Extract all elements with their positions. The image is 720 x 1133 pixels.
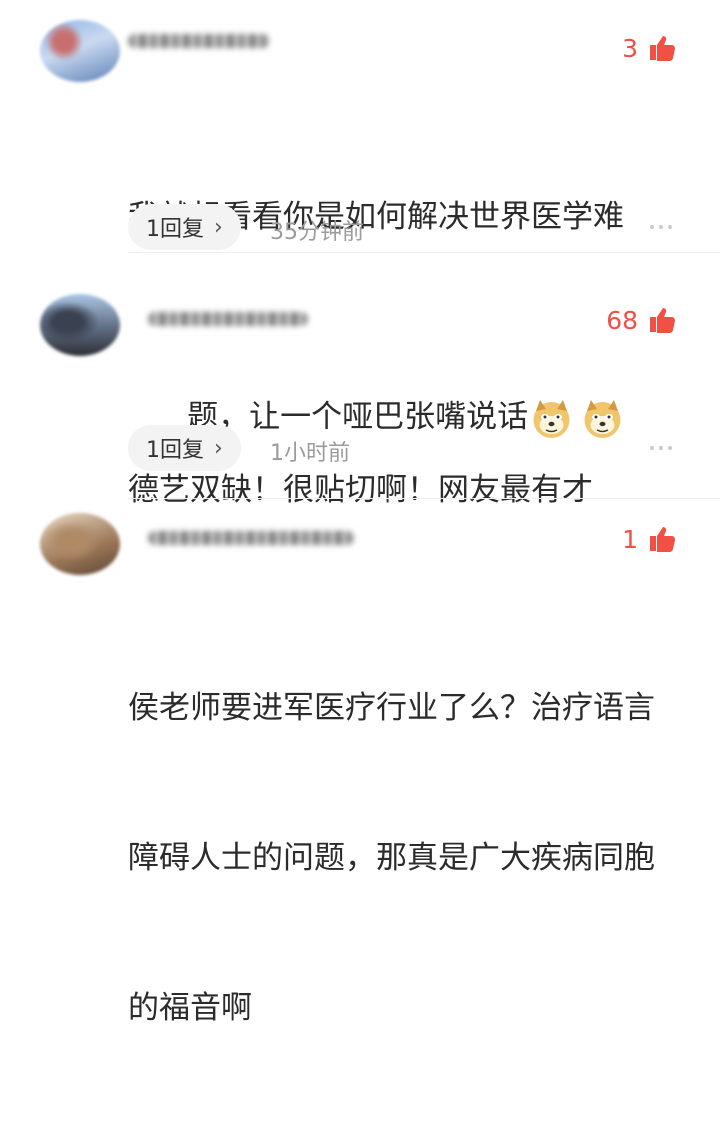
reply-count-label: 1回复 (146, 217, 204, 242)
comment-item: 3 我就想看看你是如何解决世界医学难 题，让一个哑巴张嘴说话 1回复 › 35分… (0, 0, 720, 438)
ellipsis-icon (659, 225, 663, 229)
user-avatar[interactable] (40, 294, 120, 356)
user-avatar[interactable] (40, 20, 120, 82)
comment-line: 障碍人士的问题，那真是广大疾病同胞 (128, 840, 655, 876)
ellipsis-icon (650, 225, 654, 229)
thumbs-up-icon (650, 527, 675, 552)
ellipsis-icon (668, 446, 672, 450)
username-redacted[interactable] (128, 34, 270, 48)
like-button[interactable]: 68 (606, 305, 676, 335)
thumbs-up-icon (650, 36, 675, 61)
user-avatar[interactable] (40, 513, 120, 575)
like-button[interactable]: 3 (622, 33, 676, 63)
ellipsis-icon (659, 446, 663, 450)
comment-time: 35分钟前 (270, 220, 364, 245)
like-button[interactable]: 1 (622, 524, 676, 554)
comment-line: 侯老师要进军医疗行业了么？治疗语言 (128, 690, 655, 726)
chevron-right-icon: › (214, 435, 223, 461)
comment-item: 68 德艺双缺！很贴切啊！网友最有才 1回复 › 1小时前 (0, 252, 720, 508)
like-count: 3 (622, 33, 638, 63)
more-options-button[interactable] (650, 225, 672, 229)
thumbs-up-icon (650, 308, 675, 333)
chevron-right-icon: › (214, 214, 223, 240)
reply-count-label: 1回复 (146, 438, 204, 463)
reply-button[interactable]: 1回复 › (128, 425, 241, 471)
like-count: 1 (622, 524, 638, 554)
username-redacted[interactable] (148, 312, 308, 326)
ellipsis-icon (650, 446, 654, 450)
comment-body: 侯老师要进军医疗行业了么？治疗语言 障碍人士的问题，那真是广大疾病同胞 的福音啊 (128, 583, 673, 1133)
comment-item: 1 侯老师要进军医疗行业了么？治疗语言 障碍人士的问题，那真是广大疾病同胞 的福… (0, 498, 720, 1026)
more-options-button[interactable] (650, 446, 672, 450)
username-redacted[interactable] (148, 531, 354, 545)
ellipsis-icon (668, 225, 672, 229)
comment-time: 1小时前 (270, 441, 350, 466)
reply-button[interactable]: 1回复 › (128, 204, 241, 250)
like-count: 68 (606, 305, 638, 335)
comment-line: 的福音啊 (128, 990, 252, 1026)
